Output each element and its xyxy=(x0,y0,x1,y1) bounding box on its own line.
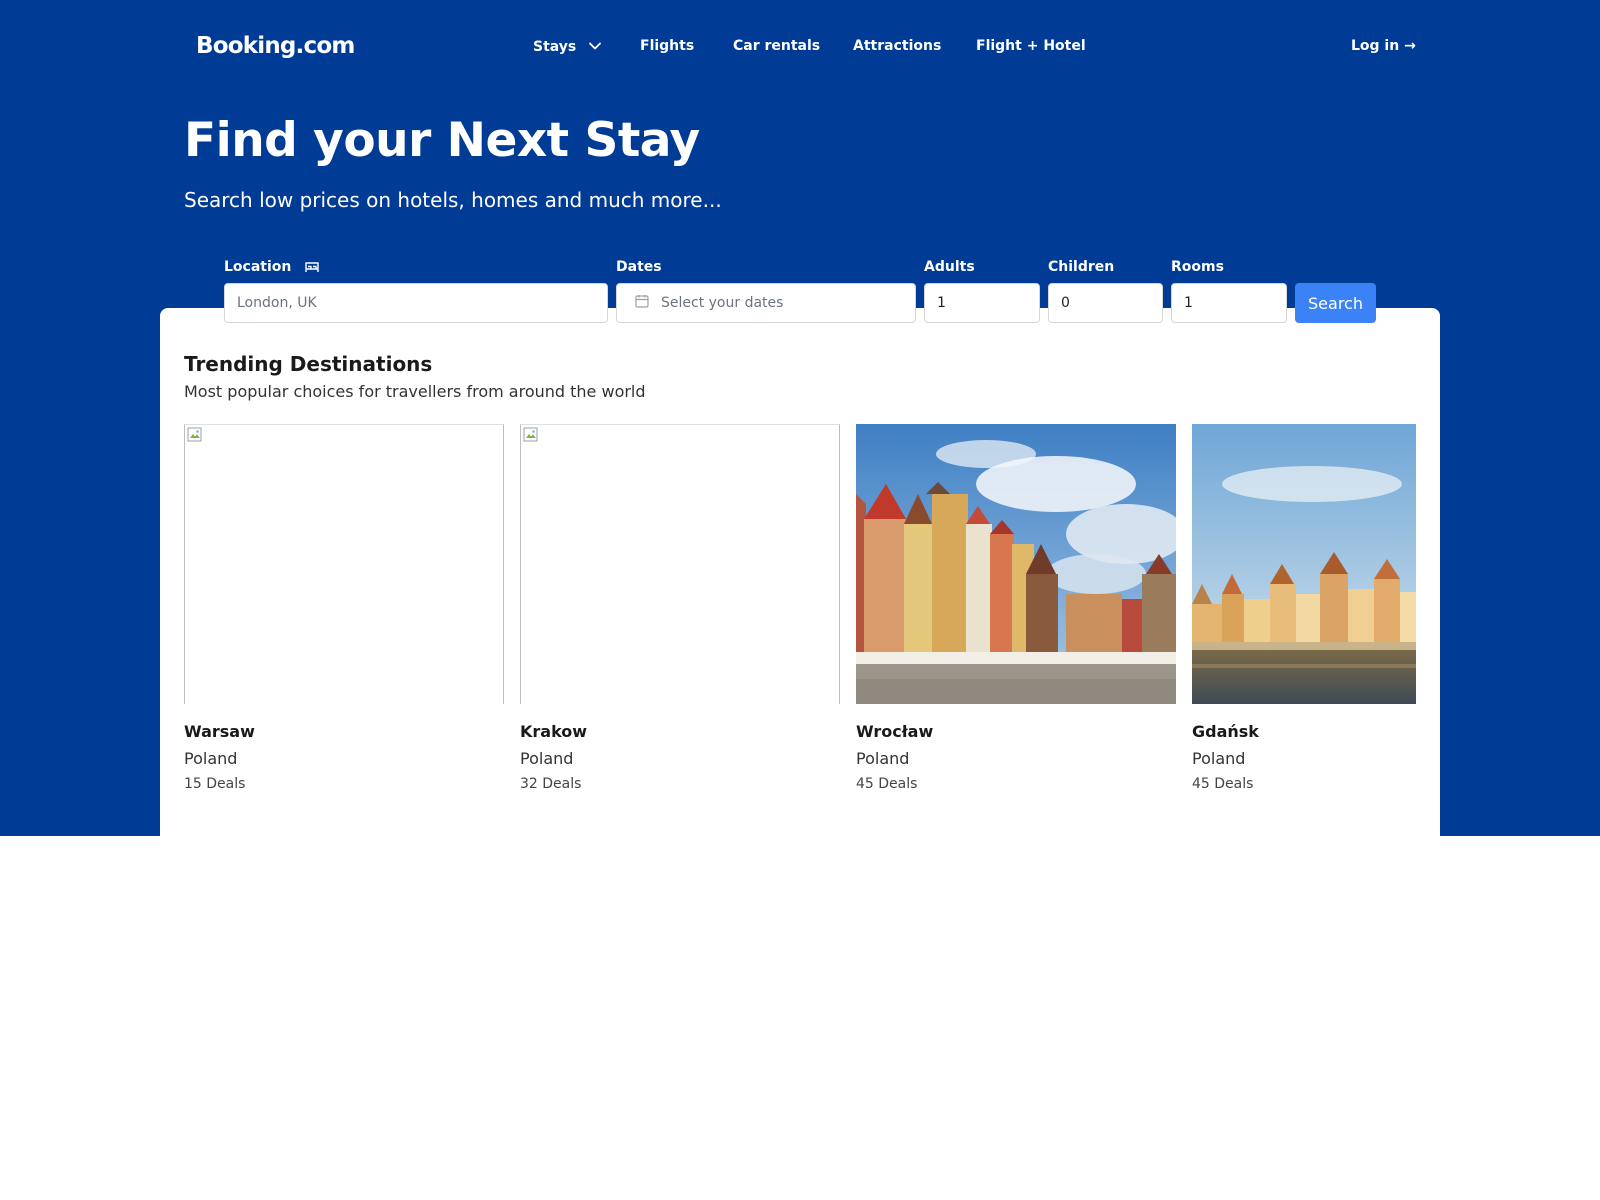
login-link[interactable]: Log in → xyxy=(1351,38,1416,54)
destination-card-warsaw[interactable]: Warsaw Poland 15 Deals xyxy=(184,424,504,792)
rooms-input[interactable] xyxy=(1171,283,1287,323)
wroclaw-market-square-photo xyxy=(856,424,1176,704)
destination-image xyxy=(520,424,840,704)
dates-placeholder: Select your dates xyxy=(661,295,784,311)
destination-deals: 32 Deals xyxy=(520,776,582,792)
location-label: Location xyxy=(224,259,320,275)
destination-city: Warsaw xyxy=(184,722,255,741)
destination-city: Krakow xyxy=(520,722,588,741)
destination-image xyxy=(184,424,504,704)
trending-panel: Trending Destinations Most popular choic… xyxy=(160,308,1440,836)
trending-title: Trending Destinations xyxy=(184,352,433,376)
destination-deals: 45 Deals xyxy=(1192,776,1254,792)
adults-input[interactable] xyxy=(924,283,1040,323)
destination-deals: 45 Deals xyxy=(856,776,918,792)
chevron-down-icon xyxy=(589,38,602,54)
trending-subtitle: Most popular choices for travellers from… xyxy=(184,382,646,401)
destination-deals: 15 Deals xyxy=(184,776,246,792)
dates-label: Dates xyxy=(616,259,662,275)
destination-card-wroclaw[interactable]: Wrocław Poland 45 Deals xyxy=(856,424,1176,792)
adults-label: Adults xyxy=(924,259,975,275)
broken-image-icon xyxy=(523,427,538,442)
booking-logo[interactable]: Booking.com xyxy=(196,33,355,59)
broken-image-icon xyxy=(187,427,202,442)
nav-item-label: Stays xyxy=(533,39,577,55)
children-label: Children xyxy=(1048,259,1115,275)
calendar-icon xyxy=(629,294,661,312)
location-label-text: Location xyxy=(224,259,292,275)
nav-item-car-rentals[interactable]: Car rentals xyxy=(733,38,820,54)
children-input[interactable] xyxy=(1048,283,1163,323)
search-button[interactable]: Search xyxy=(1295,283,1376,323)
bed-icon xyxy=(296,259,320,275)
destination-cards: Warsaw Poland 15 Deals Krakow Poland 32 … xyxy=(184,424,1416,804)
rooms-label: Rooms xyxy=(1171,259,1224,275)
destination-country: Poland xyxy=(856,749,910,768)
nav-item-attractions[interactable]: Attractions xyxy=(853,38,941,54)
destination-card-krakow[interactable]: Krakow Poland 32 Deals xyxy=(520,424,840,792)
gdansk-riverside-photo xyxy=(1192,424,1416,704)
page-title: Find your Next Stay xyxy=(184,113,700,168)
destination-country: Poland xyxy=(184,749,238,768)
page-subtitle: Search low prices on hotels, homes and m… xyxy=(184,188,722,212)
nav-item-flights[interactable]: Flights xyxy=(640,38,694,54)
nav-item-flight-hotel[interactable]: Flight + Hotel xyxy=(976,38,1086,54)
destination-city: Wrocław xyxy=(856,722,934,741)
nav-item-stays[interactable]: Stays xyxy=(533,38,602,55)
top-header: Booking.com Stays Flights Car rentals At… xyxy=(0,0,1600,96)
destination-card-gdansk[interactable]: Gdańsk Poland 45 Deals xyxy=(1192,424,1416,792)
dates-input[interactable]: Select your dates xyxy=(616,283,916,323)
location-input[interactable] xyxy=(224,283,608,323)
destination-country: Poland xyxy=(1192,749,1246,768)
destination-country: Poland xyxy=(520,749,574,768)
destination-city: Gdańsk xyxy=(1192,722,1259,741)
